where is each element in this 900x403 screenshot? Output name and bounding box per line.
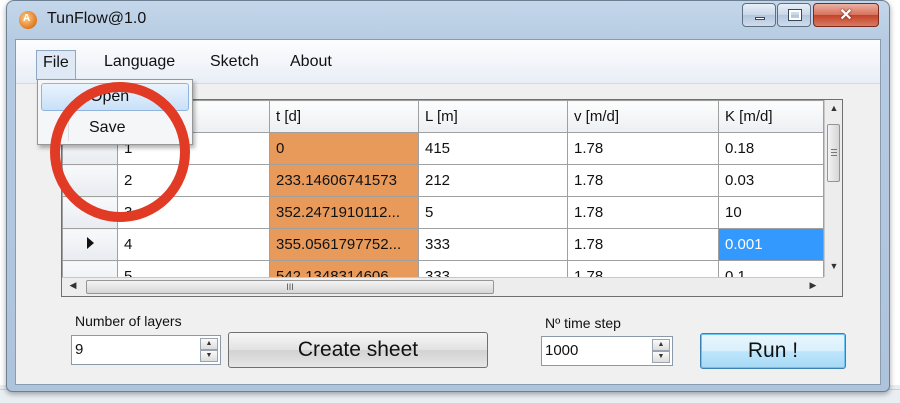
time-step-spinner-arrows[interactable]: ▲ ▼ [652,339,670,363]
layers-value[interactable]: 9 [75,341,83,358]
column-header-v[interactable]: v [m/d] [567,100,719,133]
menu-about[interactable]: About [284,50,338,76]
app-window: A TunFlow@1.0 ✕ File Language Sketch Abo… [6,0,890,392]
vertical-scrollbar[interactable]: ▲ ▼ [824,100,842,279]
horizontal-scrollbar[interactable]: ◀ III ▶ [62,277,824,296]
menu-bar: File Language Sketch About [16,40,880,84]
cell-index[interactable]: 3 [117,196,270,229]
cell-index[interactable]: 2 [117,164,270,197]
menu-sketch[interactable]: Sketch [204,50,265,76]
table-row[interactable]: 3 352.2471910112... 5 1.78 10 [62,196,824,229]
cell-k[interactable]: 10 [718,196,824,229]
window-title: TunFlow@1.0 [47,10,147,27]
column-header-t[interactable]: t [d] [269,100,419,133]
spin-down-icon[interactable]: ▼ [652,351,670,363]
title-bar[interactable]: A TunFlow@1.0 ✕ [7,1,889,39]
close-icon: ✕ [839,7,853,24]
cell-t[interactable]: 233.14606741573 [269,164,419,197]
cell-t[interactable]: 355.0561797752... [269,228,419,261]
run-button[interactable]: Run ! [700,333,846,369]
cell-k[interactable]: 0.18 [718,132,824,165]
column-header-l[interactable]: L [m] [418,100,568,133]
spin-up-icon[interactable]: ▲ [200,338,218,350]
cell-t[interactable]: 0 [269,132,419,165]
time-step-spinner[interactable]: 1000 ▲ ▼ [541,336,673,366]
time-step-label: Nº time step [545,315,621,331]
row-header-current[interactable] [62,228,118,261]
menu-file[interactable]: File [36,50,76,80]
scroll-down-icon[interactable]: ▼ [827,261,841,275]
scroll-up-icon[interactable]: ▲ [827,103,841,117]
cell-k[interactable]: 0.03 [718,164,824,197]
column-header-k[interactable]: K [m/d] [718,100,824,133]
cell-k-selected[interactable]: 0.001 [718,228,824,261]
maximize-icon [788,9,802,21]
cell-l[interactable]: 5 [418,196,568,229]
app-icon: A [19,11,37,29]
cell-t[interactable]: 352.2471910112... [269,196,419,229]
scrollbar-corner [824,277,842,296]
vertical-scroll-thumb[interactable] [827,124,840,182]
cell-index[interactable]: 4 [117,228,270,261]
menu-item-open[interactable]: Open [41,83,189,111]
table-row[interactable]: 2 233.14606741573 212 1.78 0.03 [62,164,824,197]
maximize-button[interactable] [777,3,811,27]
client-area: File Language Sketch About Open Save t [… [15,39,881,385]
minimize-icon [755,17,765,20]
horizontal-scroll-thumb[interactable]: III [86,280,494,294]
spin-up-icon[interactable]: ▲ [652,339,670,351]
cell-l[interactable]: 333 [418,228,568,261]
menu-item-save[interactable]: Save [41,115,189,143]
cell-v[interactable]: 1.78 [567,132,719,165]
spin-down-icon[interactable]: ▼ [200,350,218,362]
scroll-right-icon[interactable]: ▶ [806,280,820,294]
row-header[interactable] [62,196,118,229]
row-header[interactable] [62,164,118,197]
file-dropdown: Open Save [37,79,193,145]
layers-spinner[interactable]: 9 ▲ ▼ [71,335,221,365]
time-step-value[interactable]: 1000 [545,342,578,359]
layers-label: Number of layers [75,313,182,329]
cell-l[interactable]: 415 [418,132,568,165]
cell-v[interactable]: 1.78 [567,164,719,197]
cell-v[interactable]: 1.78 [567,228,719,261]
close-button[interactable]: ✕ [813,3,879,27]
minimize-button[interactable] [742,3,776,27]
cell-v[interactable]: 1.78 [567,196,719,229]
current-row-arrow-icon [86,237,94,249]
create-sheet-button[interactable]: Create sheet [228,332,488,368]
menu-language[interactable]: Language [98,50,181,76]
scroll-left-icon[interactable]: ◀ [66,280,80,294]
layers-spinner-arrows[interactable]: ▲ ▼ [200,338,218,362]
table-row[interactable]: 4 355.0561797752... 333 1.78 0.001 [62,228,824,261]
cell-l[interactable]: 212 [418,164,568,197]
